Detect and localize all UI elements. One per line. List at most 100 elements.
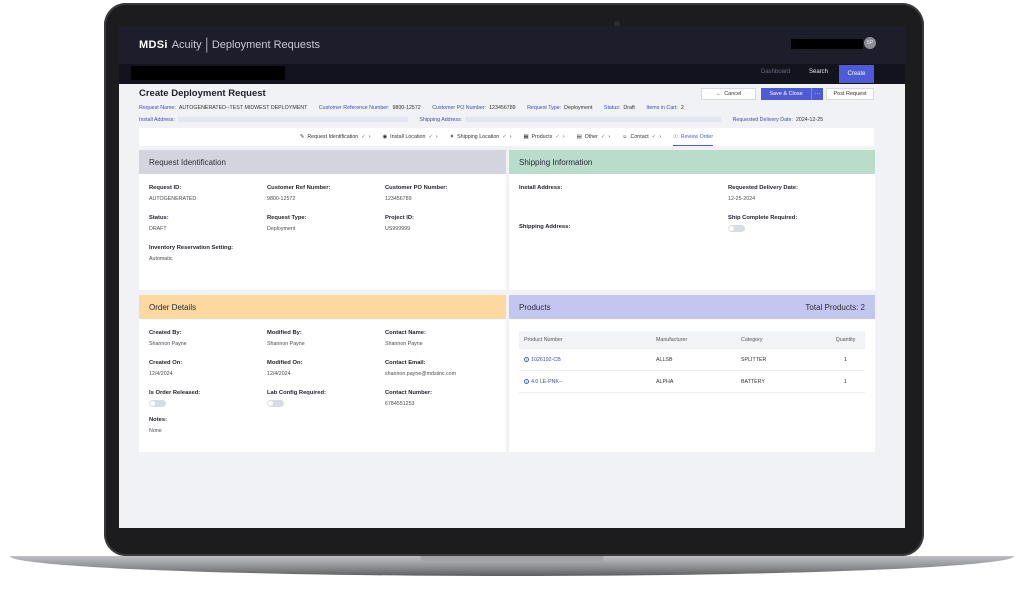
nav-search[interactable]: Search xyxy=(809,69,828,75)
field-value: Shannon Payne xyxy=(149,341,187,347)
cancel-button[interactable]: ← Cancel xyxy=(701,88,756,100)
project-id-field: Project ID: US999999 xyxy=(385,215,414,232)
field-value: 12-25-2024 xyxy=(728,196,756,202)
field-label: Created On: xyxy=(149,360,183,366)
field-label: Modified By: xyxy=(267,330,302,336)
shipping-information-panel: Shipping Information Install Address: Re… xyxy=(509,150,875,290)
products-table: Product Number Manufacturer Category Qua… xyxy=(519,331,865,393)
field-value: AUTOGENERATED xyxy=(149,196,197,202)
wizard-steps: ✎ Request Identification ✓ › ◉ Install L… xyxy=(139,128,874,146)
panel-title: Shipping Information xyxy=(519,157,593,167)
step-shipping-location[interactable]: ✦ Shipping Location ✓ › xyxy=(450,128,512,146)
step-review-order[interactable]: ☉ Review Order xyxy=(673,128,714,146)
field-value: Deployment xyxy=(267,226,296,232)
field-value: 9800-12572 xyxy=(267,196,296,202)
meta-value: 9800-12572 xyxy=(392,105,421,111)
meta-value: 123456789 xyxy=(489,105,516,111)
check-icon: ✓ xyxy=(555,134,560,140)
meta-label: Status: xyxy=(603,105,621,111)
panel-title: Order Details xyxy=(149,302,197,312)
field-label: Customer Ref Number: xyxy=(267,185,331,191)
column-header: Category xyxy=(741,336,763,343)
nav-create-button[interactable]: Create xyxy=(839,65,874,83)
more-options-icon[interactable]: ··· xyxy=(811,88,823,100)
order-released-field: Is Order Released: xyxy=(149,390,200,407)
ship-complete-toggle[interactable] xyxy=(728,225,745,232)
field-value: None xyxy=(149,428,162,434)
save-close-label: Save & Close xyxy=(769,91,803,97)
field-value: 123456789 xyxy=(385,196,412,202)
person-icon: ☺ xyxy=(622,134,628,140)
chevron-right-icon: › xyxy=(562,134,565,140)
field-label: Notes: xyxy=(149,417,168,423)
info-icon[interactable]: i xyxy=(524,379,529,384)
app-screen: MDSi Acuity | Deployment Requests SP Das… xyxy=(119,26,905,528)
lab-config-field: Lab Config Required: xyxy=(267,390,326,407)
check-icon: ✓ xyxy=(502,134,507,140)
customer-po-field: Customer PO Number: 123456789 xyxy=(385,185,448,202)
field-label: Status: xyxy=(149,215,169,221)
info-icon[interactable]: i xyxy=(524,357,529,362)
field-label: Modified On: xyxy=(267,360,303,366)
step-label: Other xyxy=(584,134,598,140)
redacted-nav-area xyxy=(131,66,285,80)
step-other[interactable]: ▤ Other ✓ › xyxy=(577,128,610,146)
manufacturer-cell: ALLSB xyxy=(656,356,673,363)
redacted-install-address xyxy=(177,117,408,123)
table-row[interactable]: i 1026192-CB ALLSB SPLITTER 1 xyxy=(519,349,865,371)
shipping-icon: ✦ xyxy=(449,134,455,140)
field-value: DRAFT xyxy=(149,226,167,232)
quantity-cell: 1 xyxy=(844,378,847,385)
meta-label: Install Address: xyxy=(139,117,175,123)
meta-label: Customer PO Number: xyxy=(432,105,487,111)
field-label: Created By: xyxy=(149,330,182,336)
category-cell: BATTERY xyxy=(741,378,765,385)
lab-config-toggle[interactable] xyxy=(267,400,284,407)
product-number: 1026192-CB xyxy=(531,356,561,363)
field-value: US999999 xyxy=(385,226,411,232)
table-row[interactable]: i 4.0 LE-PNK-- ALPHA BATTERY 1 xyxy=(519,371,865,393)
product-number-cell[interactable]: i 4.0 LE-PNK-- xyxy=(519,379,656,385)
page-title: Create Deployment Request xyxy=(139,88,266,99)
field-label: Contact Name: xyxy=(385,330,426,336)
field-label: Shipping Address: xyxy=(519,224,571,230)
chevron-right-icon: › xyxy=(368,134,371,140)
product-number-cell[interactable]: i 1026192-CB xyxy=(519,357,656,363)
contact-name-field: Contact Name: Shannon Payne xyxy=(385,330,426,347)
column-header: Quantity xyxy=(835,336,856,343)
post-request-button[interactable]: Post Request xyxy=(826,88,874,100)
field-label: Lab Config Required: xyxy=(267,390,326,396)
step-request-identification[interactable]: ✎ Request Identification ✓ › xyxy=(300,128,371,146)
panel-header: Shipping Information xyxy=(509,150,875,174)
field-label: Install Address: xyxy=(519,185,563,191)
field-label: Contact Email: xyxy=(385,360,426,366)
step-products[interactable]: ▦ Products ✓ › xyxy=(523,128,564,146)
check-icon: ✓ xyxy=(361,134,366,140)
meta-label: Request Name: xyxy=(139,105,176,111)
field-label: Ship Complete Required: xyxy=(728,215,798,221)
chevron-right-icon: › xyxy=(608,134,611,140)
eye-icon: ☉ xyxy=(673,133,678,140)
title-separator: | xyxy=(204,36,209,53)
avatar[interactable]: SP xyxy=(864,37,876,49)
step-install-location[interactable]: ◉ Install Location ✓ › xyxy=(382,128,437,146)
nav-bar: Dashboard Search Create xyxy=(119,64,905,84)
panel-header: Request Identification xyxy=(139,150,506,174)
install-address-field: Install Address: xyxy=(519,185,562,191)
save-close-button[interactable]: Save & Close ··· xyxy=(761,88,823,100)
step-contact[interactable]: ☺ Contact ✓ › xyxy=(622,128,661,146)
product-number: 4.0 LE-PNK-- xyxy=(531,378,563,385)
products-icon: ▦ xyxy=(523,134,529,140)
app-header: MDSi Acuity | Deployment Requests SP xyxy=(119,26,905,64)
step-label: Contact xyxy=(630,134,649,140)
section-title: Deployment Requests xyxy=(211,39,321,51)
step-label: Install Location xyxy=(390,134,426,140)
field-value: Automatic xyxy=(149,256,173,262)
check-icon: ✓ xyxy=(600,134,606,140)
order-released-toggle[interactable] xyxy=(149,400,166,407)
meta-label: Customer Reference Number: xyxy=(318,105,390,111)
check-icon: ✓ xyxy=(428,134,433,140)
panel-header: Products Total Products: 2 xyxy=(509,295,875,319)
nav-dashboard[interactable]: Dashboard xyxy=(761,69,790,75)
modified-by-field: Modified By: Shannon Payne xyxy=(267,330,305,347)
